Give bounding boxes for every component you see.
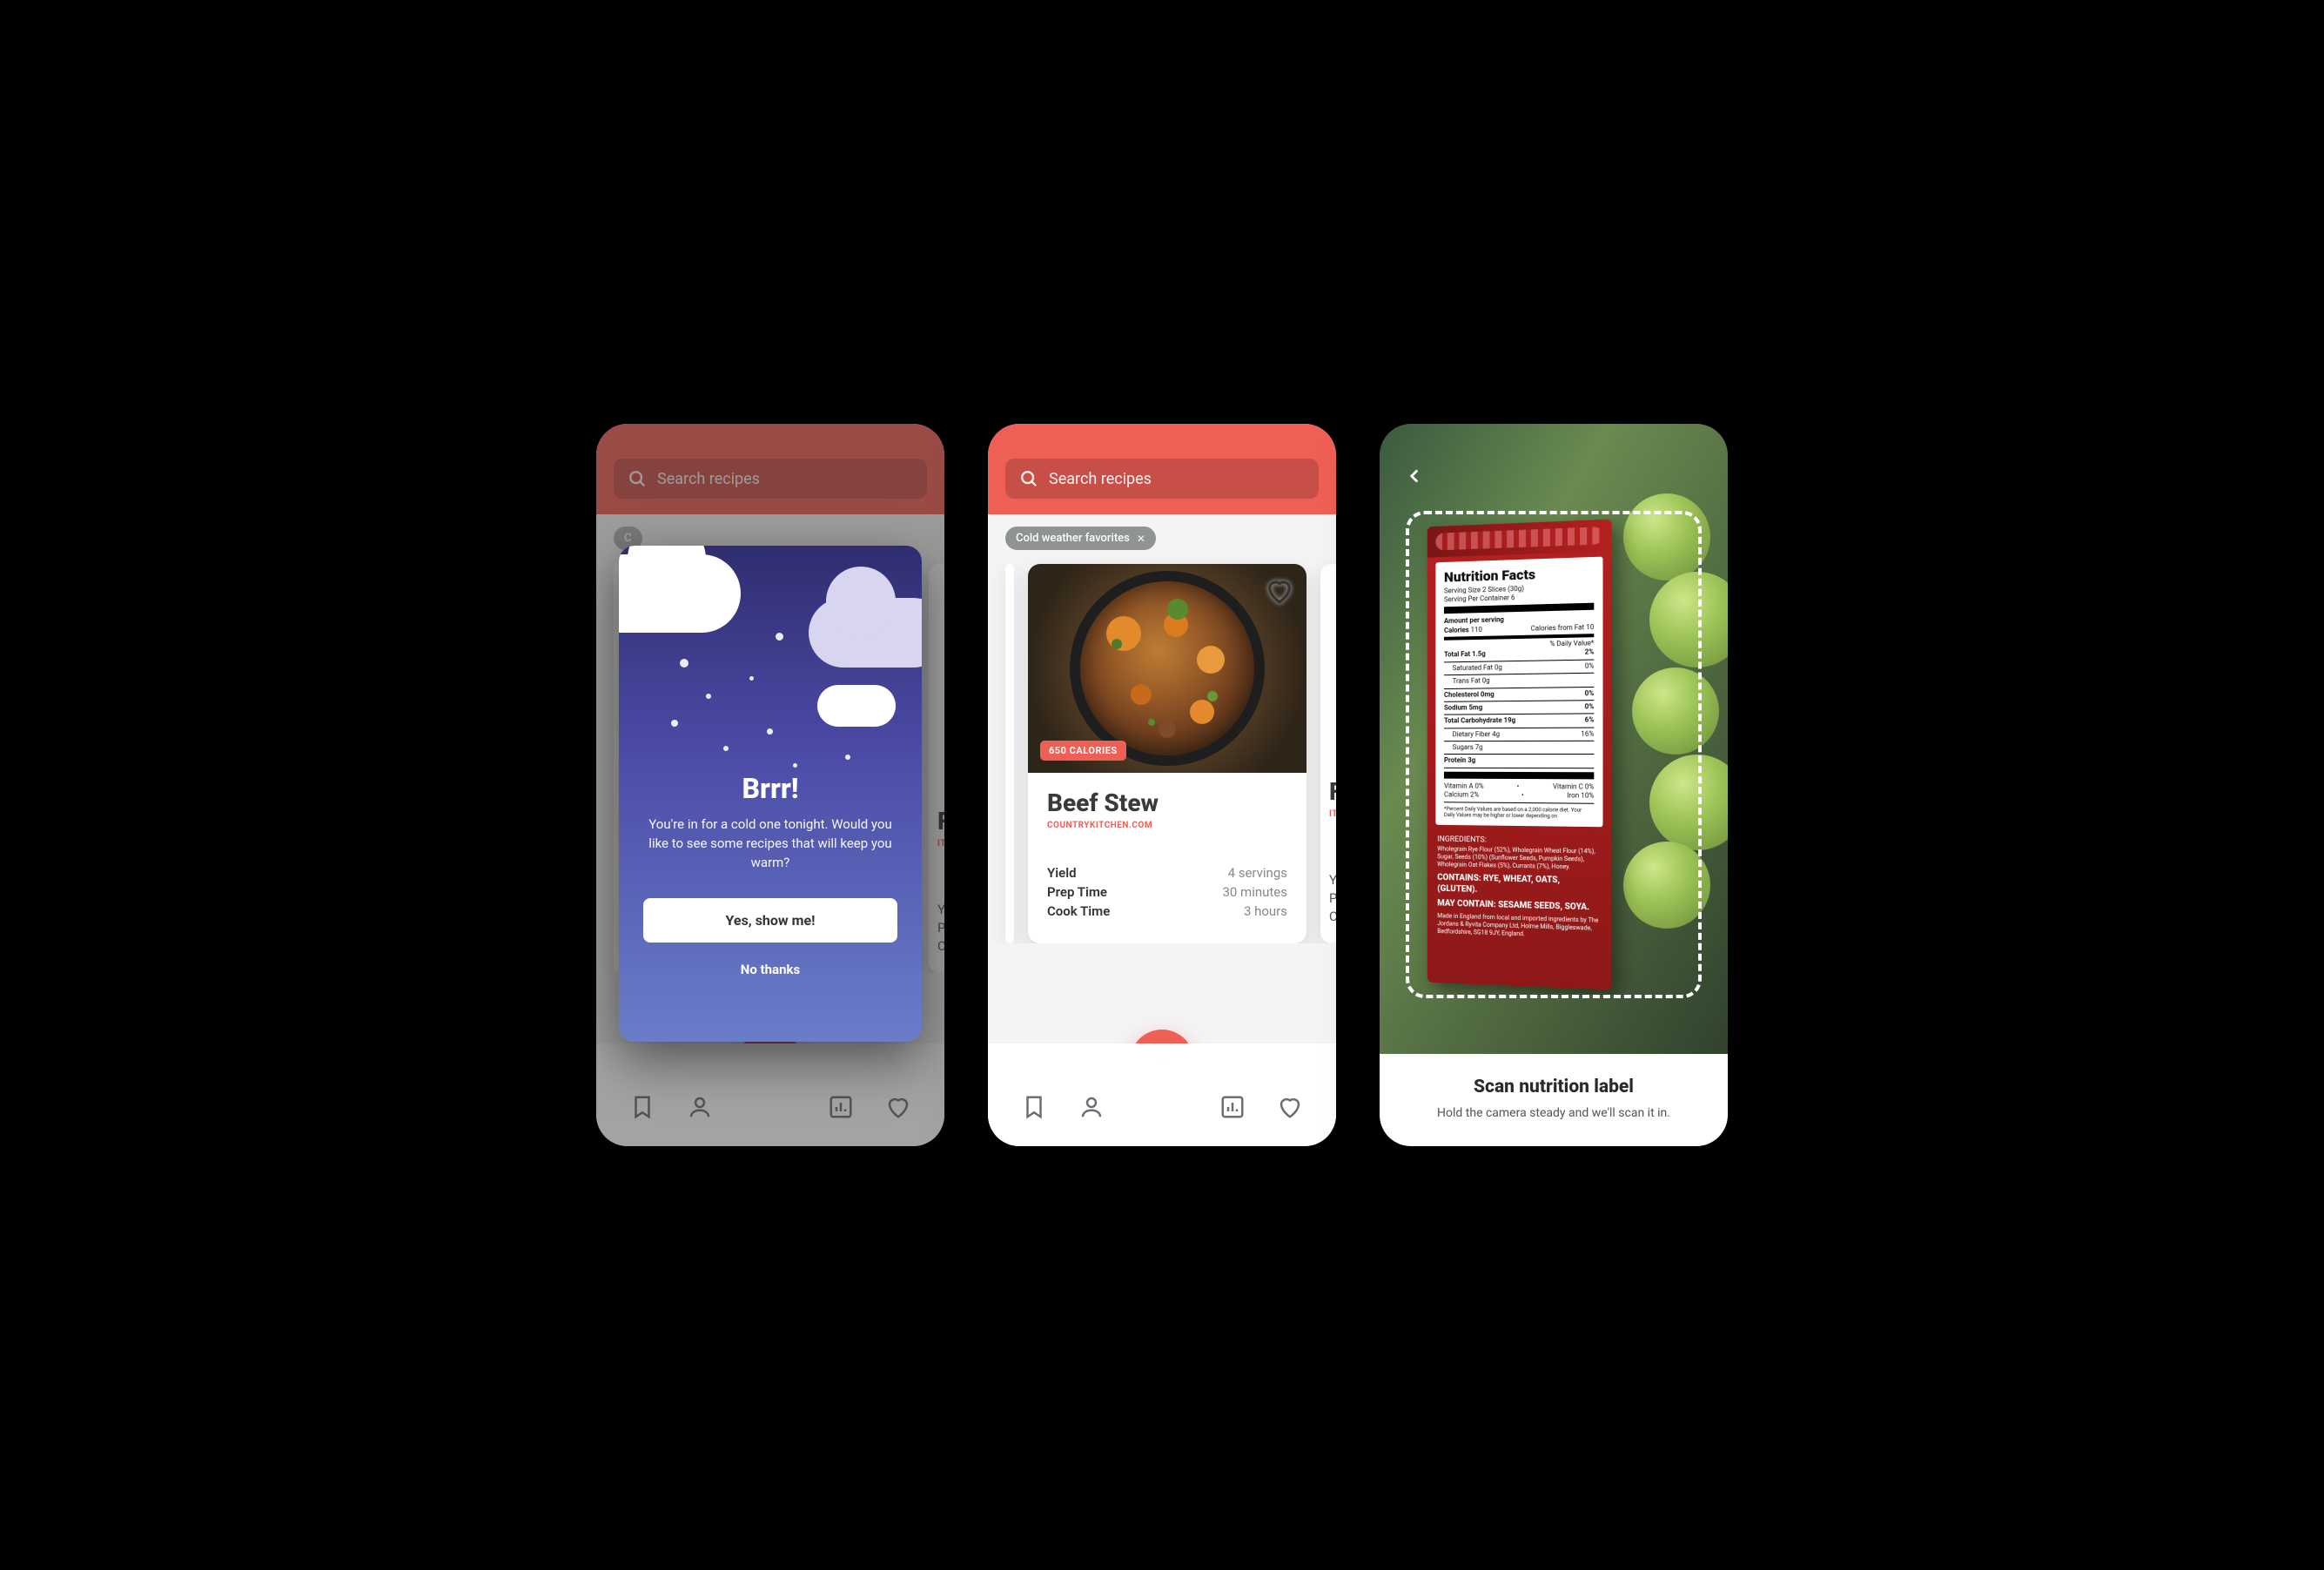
recipe-source-peek: IT [1329, 809, 1336, 819]
screen-scan-label: Nutrition Facts Serving Size 2 Slices (3… [1380, 424, 1728, 1146]
meta-yield: Yield4 servings [1047, 865, 1287, 881]
back-button[interactable] [1397, 459, 1432, 493]
search-placeholder: Search recipes [1049, 470, 1152, 488]
modal-yes-button[interactable]: Yes, show me! [643, 898, 897, 943]
vitamin-row: Calcium 2%•Iron 10% [1444, 791, 1594, 802]
tab-bar [988, 1059, 1336, 1146]
nutrition-label: Nutrition Facts Serving Size 2 Slices (3… [1435, 557, 1602, 828]
recipe-body: Beef Stew COUNTRYKITCHEN.COM Yield4 serv… [1028, 773, 1306, 943]
nutrition-row: Total Carbohydrate 19g6% [1444, 716, 1594, 726]
header: Search recipes [988, 424, 1336, 514]
recipe-title-peek: F [1329, 777, 1336, 806]
screen-recipe-list: Search recipes Cold weather favorites ✕ … [988, 424, 1336, 1146]
tab-bookmarks[interactable] [1021, 1094, 1047, 1120]
modal-title: Brrr! [742, 772, 798, 805]
scan-footer: Scan nutrition label Hold the camera ste… [1380, 1054, 1728, 1146]
favorite-button[interactable] [1265, 576, 1294, 606]
recipe-card[interactable]: 650 CALORIES Beef Stew COUNTRYKITCHEN.CO… [1028, 564, 1306, 943]
filter-chips: Cold weather favorites ✕ [988, 514, 1336, 550]
chip-remove-icon[interactable]: ✕ [1137, 533, 1145, 545]
stew-illustration [1080, 581, 1254, 755]
modal-illustration [619, 546, 922, 772]
ingredients-text: INGREDIENTS: Wholegrain Rye Flour (52%),… [1427, 830, 1612, 947]
may-contain: MAY CONTAIN: SESAME SEEDS, SOYA. [1437, 898, 1601, 914]
product-box: Nutrition Facts Serving Size 2 Slices (3… [1427, 520, 1612, 990]
modal-body: Brrr! You're in for a cold one tonight. … [619, 772, 922, 1042]
screen-weather-modal: Search recipes C F IT Y P C [596, 424, 944, 1146]
search-icon [1019, 469, 1038, 488]
search-input[interactable]: Search recipes [1005, 459, 1319, 499]
made-in: Made in England from local and imported … [1437, 912, 1601, 941]
calories-badge: 650 CALORIES [1040, 741, 1126, 761]
contains: CONTAINS: RYE, WHEAT, OATS, (GLUTEN). [1437, 872, 1601, 898]
nutrition-row: Total Fat 1.5g2% [1444, 648, 1594, 660]
recipe-card-peek-right[interactable]: F IT Y P C [1320, 564, 1336, 943]
meta-prep: Prep Time30 minutes [1047, 884, 1287, 900]
box-top [1427, 520, 1612, 558]
nutrition-row: Sodium 5mg0% [1444, 702, 1594, 713]
chip-label: Cold weather favorites [1016, 532, 1130, 545]
modal-no-button[interactable]: No thanks [741, 962, 800, 977]
weather-modal: Brrr! You're in for a cold one tonight. … [619, 546, 922, 1042]
chevron-left-icon [1403, 465, 1426, 487]
recipe-title: Beef Stew [1047, 788, 1287, 817]
tab-favorites[interactable] [1277, 1094, 1303, 1120]
chip-cold-weather[interactable]: Cold weather favorites ✕ [1005, 527, 1156, 550]
recipe-source[interactable]: COUNTRYKITCHEN.COM [1047, 821, 1287, 830]
recipe-meta: Yield4 servings Prep Time30 minutes Cook… [1047, 865, 1287, 919]
nutrition-row: Dietary Fiber 4g16% [1444, 729, 1594, 739]
modal-text: You're in for a cold one tonight. Would … [643, 815, 897, 872]
nutrition-row: Cholesterol 0mg0% [1444, 689, 1594, 700]
nutrition-row: Protein 3g [1444, 756, 1594, 766]
recipe-image: 650 CALORIES [1028, 564, 1306, 773]
nutrition-row: Trans Fat 0g [1444, 675, 1594, 687]
tab-profile[interactable] [1078, 1094, 1105, 1120]
recipe-card-peek-left[interactable] [1005, 564, 1014, 943]
recipe-meta-peek: Y P C [1329, 871, 1336, 926]
meta-cook: Cook Time3 hours [1047, 903, 1287, 919]
nutrition-heading: Nutrition Facts [1444, 564, 1594, 586]
heart-icon [1265, 576, 1294, 606]
tab-stats[interactable] [1219, 1094, 1246, 1120]
nutrition-row: Saturated Fat 0g0% [1444, 661, 1594, 673]
recipe-carousel[interactable]: 650 CALORIES Beef Stew COUNTRYKITCHEN.CO… [988, 550, 1336, 943]
nutrition-disclaimer: *Percent Daily Values are based on a 2,0… [1444, 806, 1594, 820]
scan-subtitle: Hold the camera steady and we'll scan it… [1397, 1106, 1710, 1120]
scan-frame: Nutrition Facts Serving Size 2 Slices (3… [1406, 511, 1702, 998]
nutrition-row: Sugars 7g [1444, 743, 1594, 753]
scan-title: Scan nutrition label [1397, 1077, 1710, 1097]
